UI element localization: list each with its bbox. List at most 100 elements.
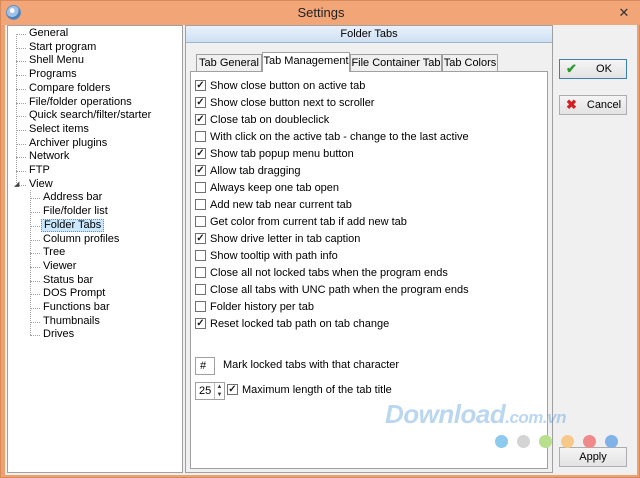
tree-item[interactable]: Thumbnails: [41, 315, 102, 328]
option-checkbox[interactable]: [195, 249, 206, 261]
tree-connector: [30, 280, 40, 282]
option-row[interactable]: With click on the active tab - change to…: [195, 130, 469, 145]
option-row[interactable]: ✓ Close tab on doubleclick: [195, 113, 329, 128]
tab-tab-general[interactable]: Tab General: [196, 54, 262, 71]
spinner-buttons[interactable]: ▲ ▼: [214, 383, 224, 399]
tab-tab-colors[interactable]: Tab Colors: [442, 54, 498, 71]
tab-tab-management[interactable]: Tab Management: [262, 52, 350, 72]
option-row[interactable]: Folder history per tab: [195, 300, 314, 315]
tree-item[interactable]: Programs: [27, 68, 79, 81]
client-area: General Start program Shell Menu Programs Co…: [5, 25, 637, 475]
option-checkbox[interactable]: [195, 215, 206, 227]
watermark-logo: Download.com.vn: [385, 399, 566, 430]
tree-item[interactable]: DOS Prompt: [41, 287, 107, 300]
tree-item[interactable]: Folder Tabs: [41, 218, 105, 232]
tree-connector: [16, 157, 26, 159]
option-label: Show tooltip with path info: [210, 250, 338, 263]
spin-down-icon[interactable]: ▼: [215, 391, 224, 399]
tree-connector: [30, 239, 40, 241]
option-row[interactable]: Get color from current tab if add new ta…: [195, 215, 407, 230]
title-bar[interactable]: Settings ✕: [1, 1, 640, 25]
cancel-label: Cancel: [586, 99, 622, 111]
tree-connector: [16, 143, 26, 145]
watermark-dot: [539, 435, 552, 448]
option-label: Show close button on active tab: [210, 80, 366, 93]
tree-item[interactable]: Functions bar: [41, 301, 112, 314]
option-label: Get color from current tab if add new ta…: [210, 216, 407, 229]
max-length-checkbox[interactable]: ✓: [227, 383, 238, 395]
tree-connector: [16, 129, 26, 131]
tree-item[interactable]: FTP: [27, 164, 52, 177]
tree-item[interactable]: Network: [27, 150, 71, 163]
option-row[interactable]: Close all not locked tabs when the progr…: [195, 266, 448, 281]
watermark-dot: [495, 435, 508, 448]
tree-item[interactable]: Viewer: [41, 260, 78, 273]
lock-char-input[interactable]: #: [195, 357, 215, 375]
option-checkbox[interactable]: [195, 130, 206, 142]
tree-connector: [30, 253, 40, 255]
option-checkbox[interactable]: [195, 198, 206, 210]
option-checkbox[interactable]: ✓: [195, 317, 206, 329]
option-label: Close all not locked tabs when the progr…: [210, 267, 448, 280]
option-checkbox[interactable]: ✓: [195, 113, 206, 125]
option-checkbox[interactable]: ✓: [195, 232, 206, 244]
option-row[interactable]: ✓ Allow tab dragging: [195, 164, 301, 179]
tree-connector: [30, 198, 40, 200]
option-checkbox[interactable]: [195, 266, 206, 278]
option-label: Folder history per tab: [210, 301, 314, 314]
option-checkbox[interactable]: ✓: [195, 79, 206, 91]
option-checkbox[interactable]: [195, 181, 206, 193]
ok-button[interactable]: ✔ OK: [559, 59, 627, 79]
max-length-value[interactable]: 25: [199, 385, 211, 397]
tree-child-line: [30, 189, 31, 336]
tree-item[interactable]: Select items: [27, 123, 91, 136]
tree-item[interactable]: Tree: [41, 246, 67, 259]
tree-connector: [16, 47, 26, 49]
option-row[interactable]: ✓ Show close button next to scroller: [195, 96, 375, 111]
option-row[interactable]: ✓ Show close button on active tab: [195, 79, 366, 94]
tree-item[interactable]: Status bar: [41, 274, 95, 287]
option-row[interactable]: Always keep one tab open: [195, 181, 339, 196]
option-label: Close all tabs with UNC path when the pr…: [210, 284, 469, 297]
tree-item[interactable]: File/folder operations: [27, 96, 134, 109]
tree-item[interactable]: File/folder list: [41, 205, 110, 218]
ok-label: OK: [596, 63, 612, 75]
option-label: Show close button next to scroller: [210, 97, 375, 110]
max-length-spinner[interactable]: 25 ▲ ▼: [195, 382, 225, 400]
max-length-option[interactable]: ✓ Maximum length of the tab title: [227, 383, 392, 397]
tree-item[interactable]: Drives: [41, 328, 76, 341]
option-row[interactable]: Add new tab near current tab: [195, 198, 352, 213]
tree-item[interactable]: Archiver plugins: [27, 137, 109, 150]
option-checkbox[interactable]: ✓: [195, 164, 206, 176]
panel-header: Folder Tabs: [186, 26, 552, 43]
option-row[interactable]: ✓ Reset locked tab path on tab change: [195, 317, 389, 332]
tree-item[interactable]: View: [27, 178, 55, 191]
tree-item[interactable]: Quick search/filter/starter: [27, 109, 153, 122]
option-row[interactable]: ✓ Show drive letter in tab caption: [195, 232, 360, 247]
spin-up-icon[interactable]: ▲: [215, 383, 224, 391]
tree-item[interactable]: Shell Menu: [27, 54, 86, 67]
option-checkbox[interactable]: [195, 300, 206, 312]
option-checkbox[interactable]: [195, 283, 206, 295]
tree-connector: [30, 294, 40, 296]
option-checkbox[interactable]: ✓: [195, 96, 206, 108]
tree-item[interactable]: General: [27, 27, 70, 40]
apply-button[interactable]: Apply: [559, 447, 627, 467]
close-icon[interactable]: ✕: [611, 4, 637, 22]
tree-item[interactable]: Start program: [27, 41, 98, 54]
watermark-dot: [517, 435, 530, 448]
option-row[interactable]: ✓ Show tab popup menu button: [195, 147, 354, 162]
option-checkbox[interactable]: ✓: [195, 147, 206, 159]
checkmark-icon: ✔: [566, 61, 577, 76]
max-length-label: Maximum length of the tab title: [242, 384, 392, 397]
tree-item[interactable]: Column profiles: [41, 233, 121, 246]
tree-connector: [30, 212, 40, 214]
tab-file-container-tab[interactable]: File Container Tab: [350, 54, 442, 71]
option-row[interactable]: Show tooltip with path info: [195, 249, 338, 264]
option-row[interactable]: Close all tabs with UNC path when the pr…: [195, 283, 469, 298]
settings-tree[interactable]: General Start program Shell Menu Programs Co…: [7, 25, 183, 473]
tree-item[interactable]: Address bar: [41, 191, 104, 204]
watermark-suffix: .com.vn: [505, 408, 566, 427]
tree-item[interactable]: Compare folders: [27, 82, 112, 95]
cancel-button[interactable]: ✖ Cancel: [559, 95, 627, 115]
